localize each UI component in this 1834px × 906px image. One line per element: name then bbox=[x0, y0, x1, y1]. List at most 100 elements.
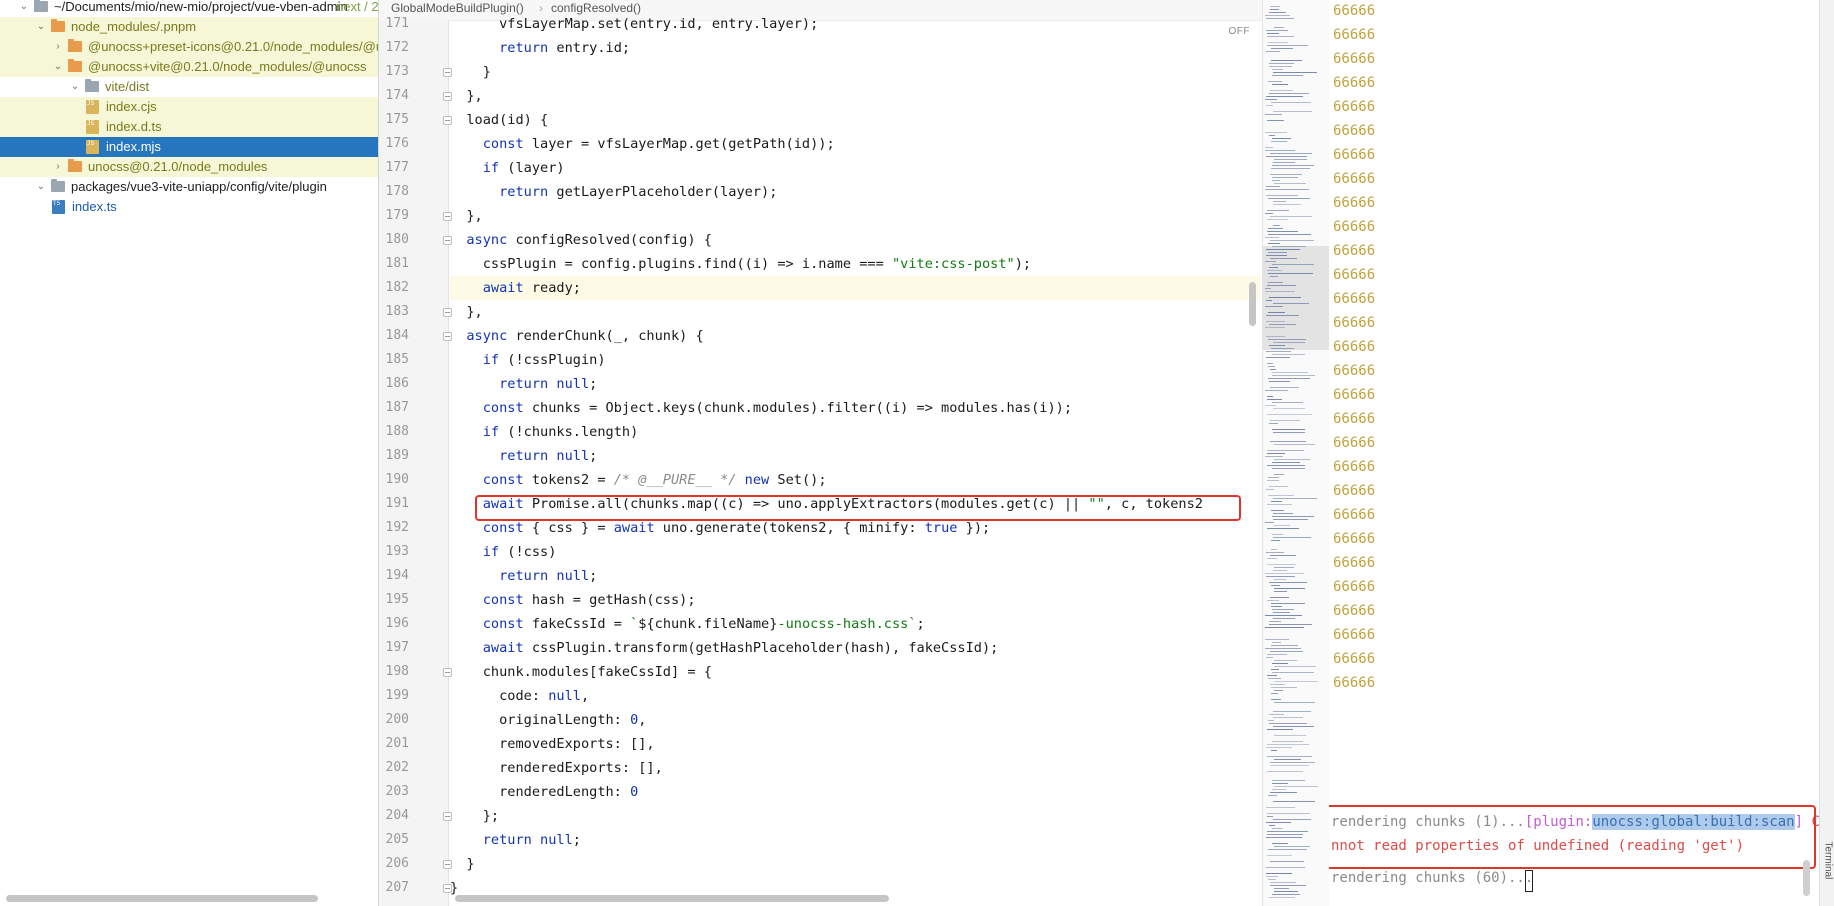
chevron-right-icon[interactable]: › bbox=[52, 37, 64, 57]
code-line[interactable]: const tokens2 = /* @__PURE__ */ new Set(… bbox=[450, 468, 1260, 492]
tree-horizontal-scrollbar[interactable] bbox=[6, 895, 318, 902]
chevron-down-icon[interactable]: ⌄ bbox=[35, 177, 47, 197]
code-line[interactable]: return null; bbox=[450, 444, 1260, 468]
code-line[interactable]: code: null, bbox=[450, 684, 1260, 708]
code-editor[interactable]: GlobalModeBuildPlugin() › configResolved… bbox=[379, 0, 1262, 906]
minimap-line bbox=[1271, 501, 1282, 502]
minimap-line bbox=[1273, 432, 1305, 433]
code-line[interactable]: removedExports: [], bbox=[450, 732, 1260, 756]
minimap-line bbox=[1272, 84, 1288, 85]
tree-item[interactable]: JS index.d.ts bbox=[0, 117, 378, 137]
code-line[interactable]: if (!css) bbox=[450, 540, 1260, 564]
code-line[interactable]: renderedExports: [], bbox=[450, 756, 1260, 780]
code-line[interactable]: } bbox=[450, 60, 1260, 84]
chevron-down-icon[interactable]: ⌄ bbox=[18, 0, 30, 17]
inspection-off-label[interactable]: OFF bbox=[1229, 26, 1251, 37]
project-tree[interactable]: ⌄ ~/Documents/mio/new-mio/project/vue-vbe… bbox=[0, 0, 379, 906]
code-line[interactable]: return null; bbox=[450, 564, 1260, 588]
tree-item[interactable]: TS index.ts bbox=[0, 197, 378, 217]
minimap-line bbox=[1273, 819, 1311, 820]
tree-item[interactable]: JS index.mjs bbox=[0, 137, 378, 157]
editor-vertical-scrollbar[interactable] bbox=[1249, 282, 1256, 326]
terminal-output-line: 66666 bbox=[1333, 435, 1376, 451]
minimap-line bbox=[1269, 12, 1286, 13]
code-line[interactable]: } bbox=[450, 852, 1260, 876]
code-line[interactable]: chunk.modules[fakeCssId] = { bbox=[450, 660, 1260, 684]
code-line[interactable]: return entry.id; bbox=[450, 36, 1260, 60]
editor-horizontal-scrollbar[interactable] bbox=[455, 895, 889, 902]
line-number: 185 bbox=[385, 352, 409, 367]
code-line[interactable]: return null; bbox=[450, 372, 1260, 396]
tree-item[interactable]: › @unocss+preset-icons@0.21.0/node_module… bbox=[0, 37, 378, 57]
code-line[interactable]: await cssPlugin.transform(getHashPlaceho… bbox=[450, 636, 1260, 660]
code-line[interactable]: originalLength: 0, bbox=[450, 708, 1260, 732]
minimap-line bbox=[1267, 285, 1296, 286]
typescript-file-icon: TS bbox=[52, 200, 65, 214]
code-line[interactable]: async renderChunk(_, chunk) { bbox=[450, 324, 1260, 348]
minimap-line bbox=[1271, 540, 1280, 541]
chevron-down-icon[interactable]: ⌄ bbox=[52, 57, 64, 77]
minimap-line bbox=[1265, 261, 1276, 262]
chevron-down-icon[interactable]: ⌄ bbox=[35, 17, 47, 37]
code-line[interactable]: return null; bbox=[450, 828, 1260, 852]
line-number: 199 bbox=[385, 688, 409, 703]
code-line[interactable]: cssPlugin = config.plugins.find((i) => i… bbox=[450, 252, 1260, 276]
minimap-line bbox=[1273, 537, 1311, 538]
code-line[interactable]: async configResolved(config) { bbox=[450, 228, 1260, 252]
minimap-line bbox=[1273, 612, 1290, 613]
minimap-line bbox=[1273, 519, 1308, 520]
minimap-line bbox=[1274, 459, 1310, 460]
minimap-line bbox=[1272, 828, 1283, 829]
minimap-line bbox=[1274, 588, 1305, 589]
minimap-line bbox=[1270, 369, 1276, 370]
tree-item[interactable]: ⌄ ~/Documents/mio/new-mio/project/vue-vbe… bbox=[0, 0, 378, 17]
minimap-line bbox=[1267, 771, 1303, 772]
tree-item[interactable]: ⌄ packages/vue3-vite-uniapp/config/vite/p… bbox=[0, 177, 378, 197]
code-line[interactable]: await ready; bbox=[450, 276, 1260, 300]
tree-item[interactable]: ⌄ @unocss+vite@0.21.0/node_modules/@unocs… bbox=[0, 57, 378, 77]
error-line-highlight-box bbox=[475, 495, 1241, 521]
tree-item[interactable]: ⌄ node_modules/.pnpm bbox=[0, 17, 378, 37]
minimap-line bbox=[1269, 63, 1294, 64]
code-line[interactable]: }, bbox=[450, 84, 1260, 108]
code-line[interactable]: renderedLength: 0 bbox=[450, 780, 1260, 804]
minimap-line bbox=[1267, 675, 1277, 676]
minimap-line bbox=[1268, 795, 1277, 796]
tree-item[interactable]: › unocss@0.21.0/node_modules bbox=[0, 157, 378, 177]
tree-item[interactable]: JS index.cjs bbox=[0, 97, 378, 117]
code-line[interactable]: return getLayerPlaceholder(layer); bbox=[450, 180, 1260, 204]
line-number: 174 bbox=[385, 88, 409, 103]
tree-item-label: unocss@0.21.0/node_modules bbox=[88, 159, 268, 174]
code-line[interactable]: const chunks = Object.keys(chunk.modules… bbox=[450, 396, 1260, 420]
terminal-side-tab[interactable]: Terminal bbox=[1819, 0, 1834, 906]
minimap-line bbox=[1274, 786, 1318, 787]
code-line[interactable]: const hash = getHash(css); bbox=[450, 588, 1260, 612]
code-line[interactable]: const layer = vfsLayerMap.get(getPath(id… bbox=[450, 132, 1260, 156]
chevron-down-icon[interactable]: ⌄ bbox=[69, 77, 81, 97]
code-line[interactable]: }; bbox=[450, 804, 1260, 828]
tree-item-label: vite/dist bbox=[105, 79, 150, 94]
code-line[interactable]: }, bbox=[450, 204, 1260, 228]
code-line[interactable]: vfsLayerMap.set(entry.id, entry.layer); bbox=[450, 12, 1260, 36]
code-line[interactable]: if (!chunks.length) bbox=[450, 420, 1260, 444]
minimap-line bbox=[1265, 522, 1274, 523]
code-line[interactable]: }, bbox=[450, 300, 1260, 324]
minimap-line bbox=[1272, 429, 1305, 430]
minimap-line bbox=[1268, 378, 1310, 379]
code-line[interactable]: load(id) { bbox=[450, 108, 1260, 132]
terminal-panel[interactable]: 66666 66666 66666 66666 66666 66666 66666 66666… bbox=[1329, 0, 1819, 906]
minimap-line bbox=[1272, 246, 1306, 247]
tree-item[interactable]: ⌄ vite/dist bbox=[0, 77, 378, 97]
minimap-line bbox=[1269, 297, 1301, 298]
minimap-line bbox=[1268, 234, 1311, 235]
terminal-cursor[interactable] bbox=[1525, 870, 1533, 892]
terminal-scrollbar[interactable] bbox=[1803, 860, 1810, 896]
minimap-line bbox=[1269, 324, 1296, 325]
minimap-line bbox=[1266, 96, 1303, 97]
code-minimap[interactable] bbox=[1262, 0, 1329, 906]
code-line[interactable]: if (layer) bbox=[450, 156, 1260, 180]
chevron-right-icon[interactable]: › bbox=[52, 157, 64, 177]
minimap-line bbox=[1265, 288, 1271, 289]
code-line[interactable]: if (!cssPlugin) bbox=[450, 348, 1260, 372]
code-line[interactable]: const fakeCssId = `${chunk.fileName}-uno… bbox=[450, 612, 1260, 636]
